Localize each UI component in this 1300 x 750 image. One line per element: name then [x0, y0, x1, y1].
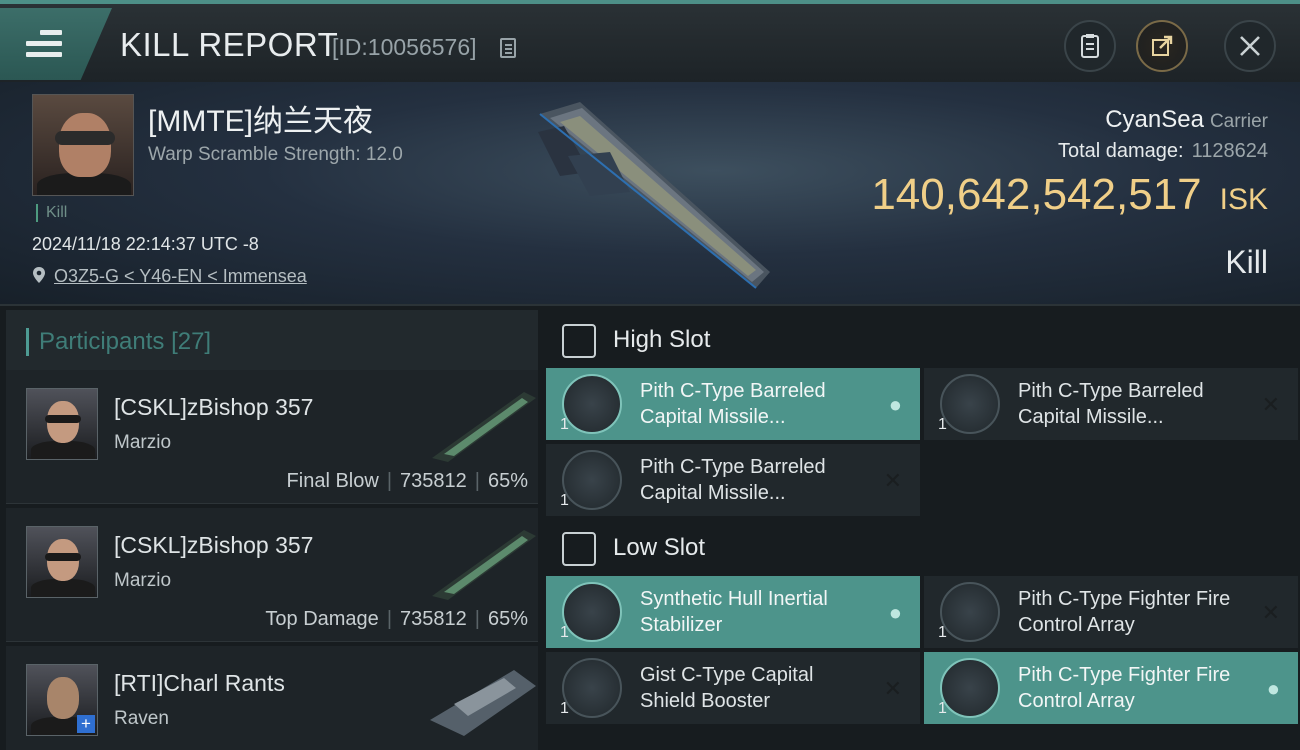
low-slot-label: Low Slot	[613, 534, 706, 561]
share-button[interactable]	[1136, 20, 1188, 72]
menu-icon	[26, 30, 62, 58]
inertial-stabilizer-icon	[562, 582, 622, 642]
module-quantity: 1	[560, 416, 569, 433]
module-quantity: 1	[938, 624, 947, 641]
victim-ship-image	[538, 102, 770, 289]
participant-row[interactable]: [CSKL]zBishop 357 Marzio Top Damage | 7358…	[6, 508, 538, 642]
destroyed-x-icon: ✕	[1261, 392, 1280, 417]
participant-ship: Raven	[114, 708, 169, 729]
module-item[interactable]: 1 Synthetic Hull Inertial Stabilizer ●	[546, 576, 920, 648]
shield-booster-icon	[562, 658, 622, 718]
participant-row[interactable]: + [RTI]Charl Rants Raven	[6, 646, 538, 750]
module-name: Pith C-Type Fighter Fire Control Array	[1018, 588, 1231, 636]
missile-launcher-icon	[562, 450, 622, 510]
module-name: Pith C-Type Barreled Capital Missile...	[1018, 380, 1204, 428]
fire-control-array-icon	[940, 582, 1000, 642]
kill-tag: Kill	[36, 204, 67, 222]
module-name: Pith C-Type Barreled Capital Missile...	[640, 380, 826, 428]
module-item[interactable]: 1 Pith C-Type Barreled Capital Missile..…	[546, 368, 920, 440]
participant-stats: Top Damage | 735812 | 65%	[265, 608, 528, 630]
kill-timestamp: 2024/11/18 22:14:37 UTC -8	[32, 234, 259, 254]
module-quantity: 1	[560, 492, 569, 509]
clipboard-button[interactable]	[1064, 20, 1116, 72]
participant-name: [CSKL]zBishop 357	[114, 394, 314, 420]
destroyed-x-icon: ✕	[883, 468, 902, 493]
isk-value: 140,642,542,517 ISK	[871, 170, 1268, 219]
module-item[interactable]: 1 Pith C-Type Fighter Fire Control Array…	[924, 652, 1298, 724]
fitting-panel: High Slot 1 Pith C-Type Barreled Capital…	[540, 306, 1300, 750]
participant-ship: Marzio	[114, 432, 172, 453]
module-name: Pith C-Type Barreled Capital Missile...	[640, 456, 826, 504]
fire-control-array-icon	[940, 658, 1000, 718]
module-quantity: 1	[560, 624, 569, 641]
low-slot-icon	[562, 532, 596, 566]
module-quantity: 1	[560, 700, 569, 717]
module-item[interactable]: 1 Gist C-Type Capital Shield Booster ✕	[546, 652, 920, 724]
victim-ship-name[interactable]: CyanSea Carrier	[1105, 106, 1268, 134]
location-pin-icon	[33, 267, 45, 283]
dropped-person-icon: ●	[888, 392, 902, 417]
participant-ship-image	[432, 530, 536, 600]
participant-name: [RTI]Charl Rants	[114, 670, 285, 696]
share-icon	[1152, 35, 1173, 56]
victim-ship-type: Carrier	[1209, 111, 1268, 132]
high-slot-label: High Slot	[613, 326, 711, 353]
participant-name: [CSKL]zBishop 357	[114, 532, 314, 558]
plus-icon: +	[77, 715, 95, 733]
participant-ship: Marzio	[114, 570, 172, 591]
dropped-person-icon: ●	[888, 600, 902, 625]
participant-ship-image	[432, 392, 536, 462]
high-slot-header: High Slot	[546, 310, 1296, 370]
module-item[interactable]: 1 Pith C-Type Barreled Capital Missile..…	[546, 444, 920, 516]
total-damage: Total damage: 1128624	[1057, 140, 1268, 162]
module-quantity: 1	[938, 700, 947, 717]
victim-portrait[interactable]	[32, 94, 134, 196]
participants-panel: Participants [27] [CSKL]zBishop 357 Marz…	[0, 306, 540, 750]
module-name: Gist C-Type Capital Shield Booster	[640, 664, 814, 712]
participant-row[interactable]: [CSKL]zBishop 357 Marzio Final Blow | 7358…	[6, 370, 538, 504]
page-title: KILL REPORT	[120, 26, 339, 63]
destroyed-x-icon: ✕	[883, 676, 902, 701]
module-quantity: 1	[938, 416, 947, 433]
report-id: [ID:10056576]	[332, 34, 477, 60]
close-button[interactable]	[1224, 20, 1276, 72]
avatar[interactable]: +	[26, 664, 98, 736]
close-icon	[1240, 36, 1260, 56]
participants-count: [27]	[171, 328, 212, 355]
participant-ship-image	[430, 670, 536, 736]
clipboard-icon	[1081, 34, 1099, 58]
location-link[interactable]: O3Z5-G < Y46-EN < Immensea	[54, 266, 307, 287]
dropped-person-icon: ●	[1266, 676, 1280, 701]
module-name: Pith C-Type Fighter Fire Control Array	[1018, 664, 1231, 712]
destroyed-x-icon: ✕	[1261, 600, 1280, 625]
missile-launcher-icon	[940, 374, 1000, 434]
participant-stats: Final Blow | 735812 | 65%	[286, 470, 528, 492]
avatar[interactable]	[26, 526, 98, 598]
kill-summary-banner: [MMTE]纳兰天夜 Warp Scramble Strength: 12.0 …	[0, 82, 1300, 306]
module-item[interactable]: 1 Pith C-Type Fighter Fire Control Array…	[924, 576, 1298, 648]
high-slot-icon	[562, 324, 596, 358]
avatar[interactable]	[26, 388, 98, 460]
header-bar: KILL REPORT [ID:10056576]	[0, 0, 1300, 82]
kill-result: Kill	[1225, 244, 1268, 280]
victim-name[interactable]: [MMTE]纳兰天夜	[148, 96, 373, 140]
participants-label: Participants	[39, 328, 165, 355]
warp-scramble-strength: Warp Scramble Strength: 12.0	[148, 144, 403, 165]
module-name: Synthetic Hull Inertial Stabilizer	[640, 588, 828, 636]
participants-header[interactable]: Participants [27]	[6, 310, 538, 370]
copy-icon[interactable]	[500, 38, 516, 58]
module-item[interactable]: 1 Pith C-Type Barreled Capital Missile..…	[924, 368, 1298, 440]
low-slot-header: Low Slot	[546, 518, 1296, 578]
missile-launcher-icon	[562, 374, 622, 434]
menu-button[interactable]	[0, 8, 112, 80]
